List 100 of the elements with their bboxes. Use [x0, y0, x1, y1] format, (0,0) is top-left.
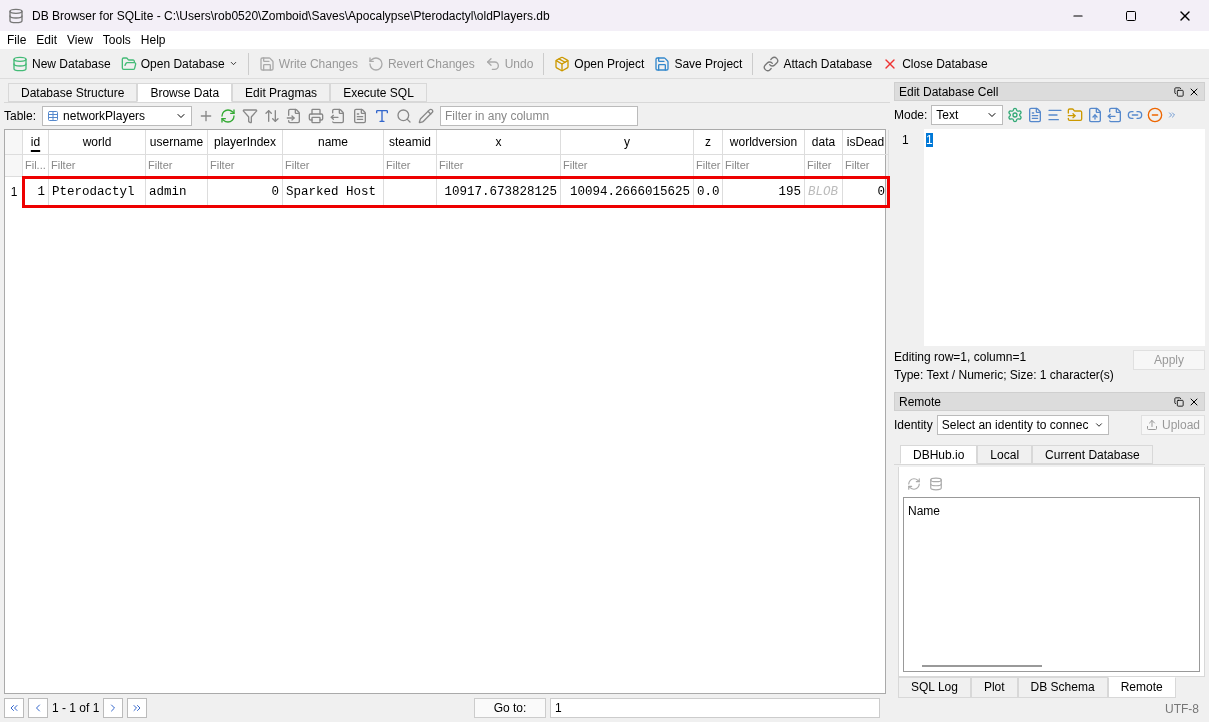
- tab[interactable]: Edit Pragmas: [232, 83, 331, 102]
- float-icon[interactable]: [1174, 86, 1184, 97]
- tab[interactable]: DBHub.io: [900, 444, 978, 464]
- toolbar-icon[interactable]: [286, 108, 303, 124]
- table-cell[interactable]: Pterodactyl: [49, 177, 146, 207]
- table-cell[interactable]: 0: [843, 177, 889, 207]
- toolbar-icon[interactable]: [330, 108, 347, 124]
- column-header[interactable]: y: [561, 130, 694, 155]
- mode-select[interactable]: Text: [931, 104, 1004, 125]
- toolbar-icon[interactable]: [374, 108, 391, 124]
- toolbar-icon[interactable]: [396, 108, 413, 124]
- toolbar-icon[interactable]: [352, 108, 369, 124]
- table-cell[interactable]: 10917.673828125: [437, 177, 561, 207]
- database-icon[interactable]: [929, 476, 943, 491]
- identity-select[interactable]: Select an identity to connec: [936, 415, 1109, 436]
- toolbar-icon[interactable]: [1027, 106, 1044, 123]
- toolbar-button[interactable]: New Database: [8, 51, 115, 76]
- pager-button[interactable]: [28, 698, 48, 718]
- filter-input[interactable]: Filter: [283, 155, 384, 177]
- list-header: Name: [908, 502, 941, 520]
- filter-input[interactable]: Filter: [384, 155, 437, 177]
- toolbar-button[interactable]: Open Database: [116, 51, 242, 76]
- table-row[interactable]: 1 Pterodactyl admin 0 Sparked Host 10917.673828125 10094.2666015625 0.0 195 BLOB 0: [23, 177, 889, 207]
- table-cell[interactable]: 0: [208, 177, 283, 207]
- filter-input[interactable]: Filter: [146, 155, 208, 177]
- table-cell[interactable]: 10094.2666015625: [561, 177, 694, 207]
- filter-field[interactable]: Filter in any column: [440, 106, 639, 126]
- toolbar-button[interactable]: Open Project: [550, 51, 649, 76]
- toolbar-icon: [258, 55, 275, 72]
- table-cell[interactable]: 0.0: [694, 177, 723, 207]
- toolbar-button[interactable]: Attach Database: [759, 51, 877, 76]
- menu-item[interactable]: View: [64, 31, 96, 49]
- column-header[interactable]: x: [437, 130, 561, 155]
- toolbar-icon[interactable]: [264, 108, 281, 124]
- tab[interactable]: Current Database: [1032, 444, 1153, 464]
- toolbar-icon: [654, 55, 671, 72]
- column-header[interactable]: steamid: [384, 130, 437, 155]
- column-header[interactable]: id: [23, 130, 49, 155]
- toolbar-icon[interactable]: [308, 108, 325, 124]
- column-header[interactable]: playerIndex: [208, 130, 283, 155]
- menu-item[interactable]: Tools: [99, 31, 134, 49]
- toolbar-icon[interactable]: [1107, 106, 1124, 123]
- table-cell[interactable]: admin: [146, 177, 208, 207]
- column-header[interactable]: username: [146, 130, 208, 155]
- menu-item[interactable]: Edit: [33, 31, 61, 49]
- tab[interactable]: Execute SQL: [330, 83, 427, 102]
- toolbar-icon: [763, 55, 780, 72]
- tab[interactable]: Database Structure: [8, 83, 138, 102]
- filter-input[interactable]: Filter: [561, 155, 694, 177]
- toolbar-icon[interactable]: [220, 108, 237, 124]
- filter-input[interactable]: Filter: [723, 155, 805, 177]
- cell-editor[interactable]: 1 1: [894, 128, 1205, 347]
- toolbar-button[interactable]: Save Project: [650, 51, 747, 76]
- toolbar-icon[interactable]: [1147, 106, 1164, 123]
- menu-item[interactable]: File: [4, 31, 30, 49]
- table-cell[interactable]: 1: [23, 177, 49, 207]
- menu-item[interactable]: Help: [137, 31, 169, 49]
- toolbar-icon[interactable]: [1087, 106, 1104, 123]
- pager-button[interactable]: [127, 698, 148, 718]
- table-cell[interactable]: Sparked Host: [283, 177, 384, 207]
- filter-input[interactable]: Filter: [437, 155, 561, 177]
- toolbar-icon[interactable]: [1067, 106, 1084, 123]
- dock-tab[interactable]: SQL Log: [898, 677, 971, 698]
- pager-button[interactable]: [103, 698, 124, 718]
- goto-field[interactable]: 1: [550, 698, 880, 718]
- upload-icon: [1145, 419, 1158, 432]
- filter-input[interactable]: Filter: [805, 155, 843, 177]
- column-header[interactable]: isDead: [843, 130, 889, 155]
- column-header[interactable]: z: [694, 130, 723, 155]
- pager-button[interactable]: [4, 698, 24, 718]
- toolbar-icon[interactable]: [242, 108, 259, 124]
- row-number: 1: [9, 184, 19, 201]
- page-range: 1 - 1 of 1: [52, 700, 100, 717]
- line-number: 1: [902, 132, 909, 147]
- filter-input[interactable]: Filter: [843, 155, 889, 177]
- column-header[interactable]: worldversion: [723, 130, 805, 155]
- refresh-icon[interactable]: [907, 476, 921, 491]
- mode-label: Mode:: [894, 106, 928, 124]
- tab[interactable]: Browse Data: [137, 83, 233, 102]
- filter-input[interactable]: Filter: [208, 155, 283, 177]
- table-select[interactable]: networkPlayers: [42, 106, 193, 126]
- filter-input[interactable]: Fil...: [23, 155, 49, 177]
- maximize-icon[interactable]: [1125, 9, 1137, 22]
- column-header[interactable]: data: [805, 130, 843, 155]
- float-icon[interactable]: [1174, 396, 1184, 407]
- toolbar-icon: [12, 55, 28, 72]
- tab[interactable]: Local: [977, 444, 1033, 464]
- window-title: DB Browser for SQLite - C:\Users\rob0520\Zomboid\Saves\Apocalypse\Pterodactyl\oldPlayers.db: [32, 7, 551, 25]
- toolbar-icon: [120, 55, 137, 72]
- column-header[interactable]: name: [283, 130, 384, 155]
- toolbar-icon[interactable]: [1007, 106, 1024, 123]
- toolbar-icon[interactable]: [418, 108, 435, 124]
- cell-text: 1: [926, 132, 933, 147]
- goto-button[interactable]: Go to:: [474, 698, 546, 718]
- column-header[interactable]: world: [49, 130, 146, 155]
- filter-input[interactable]: Filter: [49, 155, 146, 177]
- filter-input[interactable]: Filter: [694, 155, 723, 177]
- table-cell[interactable]: 195: [723, 177, 805, 207]
- toolbar-button[interactable]: Close Database: [878, 51, 992, 76]
- encoding-label: UTF-8: [1165, 701, 1199, 718]
